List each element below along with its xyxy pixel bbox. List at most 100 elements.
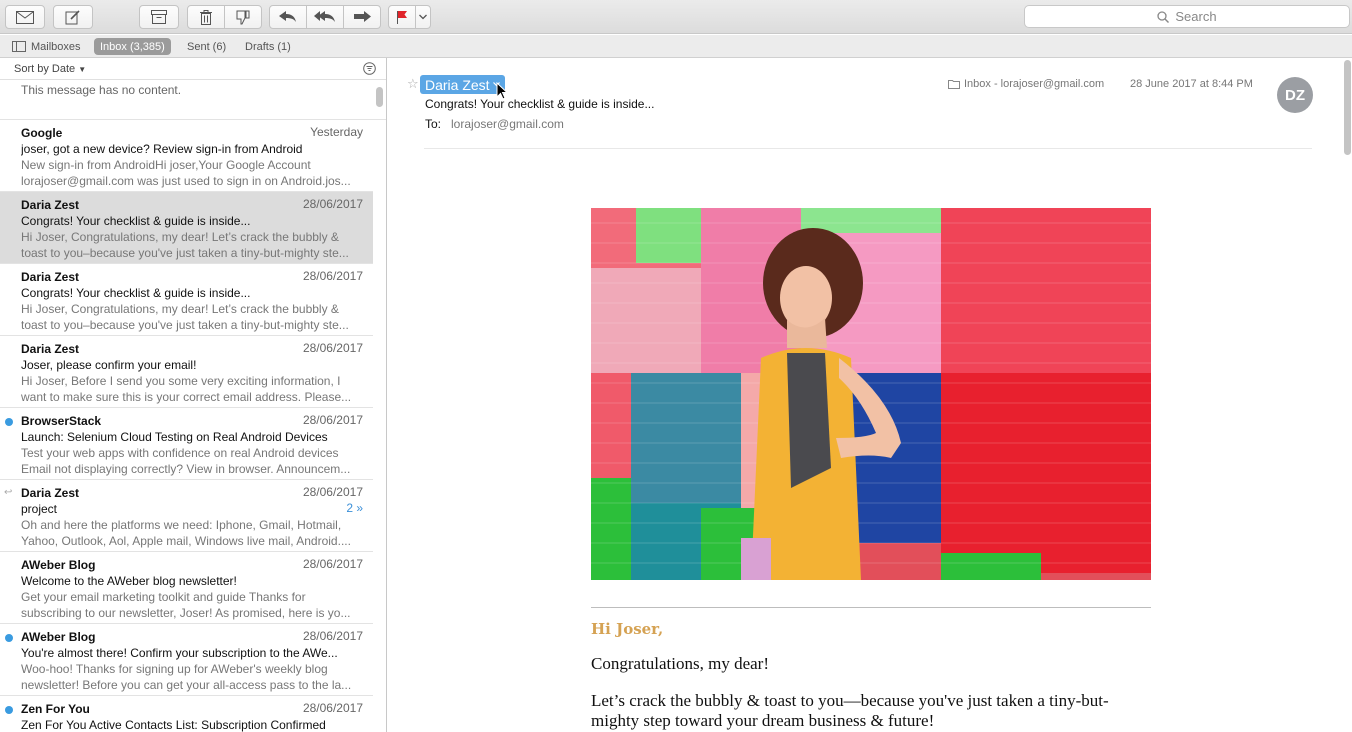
forward-button[interactable] [343, 5, 381, 29]
message-subject: Joser, please confirm your email! [21, 358, 197, 372]
sort-label: Sort by Date [14, 62, 76, 75]
mailbox-location: Inbox - lorajoser@gmail.com [948, 78, 1104, 90]
favorites-bar: Mailboxes Inbox (3,385) Sent (6) Drafts … [0, 35, 1352, 58]
message-date: 28/06/2017 [302, 485, 363, 499]
to-label: To: [425, 117, 442, 131]
message-date: 28/06/2017 [302, 197, 363, 211]
body-divider [591, 607, 1151, 608]
reading-pane: ☆ Daria Zest Congrats! Your checklist & … [388, 58, 1352, 732]
header-divider [424, 148, 1312, 149]
message-list: Sort by Date ▼ This message has no conte… [0, 58, 387, 732]
message-date: 28/06/2017 [302, 413, 363, 427]
unread-dot-icon [5, 706, 13, 714]
message-preview: Woo-hoo! Thanks for signing up for AWebe… [21, 662, 352, 692]
unread-dot-icon [5, 418, 13, 426]
message-row[interactable]: AWeber Blog 28/06/2017 Welcome to the AWeb… [0, 552, 373, 624]
reply-icon [279, 11, 296, 22]
envelope-icon [16, 10, 34, 24]
star-icon[interactable]: ☆ [407, 76, 419, 92]
message-subject: Welcome to the AWeber blog newsletter! [21, 574, 237, 588]
message-date: Yesterday [310, 125, 363, 139]
reply-button[interactable] [269, 5, 307, 29]
flag-menu-button[interactable] [415, 5, 431, 29]
message-subject: project [21, 502, 58, 516]
message-subject: Launch: Selenium Cloud Testing on Real A… [21, 430, 328, 444]
message-date: 28/06/2017 [302, 557, 363, 571]
message-preview: Hi Joser, Congratulations, my dear! Let’… [21, 230, 349, 260]
body-paragraph-1: Congratulations, my dear! [591, 654, 769, 673]
trash-button[interactable] [187, 5, 225, 29]
archive-button[interactable] [139, 5, 179, 29]
no-content-message[interactable]: This message has no content. [0, 80, 386, 120]
message-date: 28/06/2017 [302, 701, 363, 715]
message-row[interactable]: Daria Zest 28/06/2017 Joser, please confir… [0, 336, 373, 408]
message-row[interactable]: BrowserStack 28/06/2017 Launch: Selenium C… [0, 408, 373, 480]
unread-dot-icon [5, 634, 13, 642]
recipient-address[interactable]: lorajoser@gmail.com [451, 117, 564, 131]
message-date: 28/06/2017 [302, 269, 363, 283]
chevron-down-icon: ▼ [78, 64, 87, 74]
message-row[interactable]: Google Yesterday joser, got a new device? … [0, 120, 373, 192]
sender-button[interactable]: Daria Zest [420, 75, 505, 94]
message-row[interactable]: AWeber Blog 28/06/2017 You're almost there… [0, 624, 373, 696]
thread-count-badge[interactable]: 2 » [346, 501, 363, 515]
search-input[interactable]: Search [1024, 5, 1350, 28]
favorite-inbox[interactable]: Inbox (3,385) [94, 38, 171, 55]
mailboxes-label: Mailboxes [31, 40, 81, 53]
message-subject: Congrats! Your checklist & guide is insi… [425, 97, 655, 111]
search-icon [1157, 10, 1170, 23]
message-preview: Hi Joser, Before I send you some very ex… [21, 374, 352, 404]
reply-all-icon [314, 11, 335, 22]
junk-button[interactable] [224, 5, 262, 29]
filter-icon[interactable] [363, 62, 376, 75]
mailbox-label: Inbox - lorajoser@gmail.com [964, 78, 1105, 90]
sort-by-date-button[interactable]: Sort by Date ▼ [14, 63, 86, 75]
drafts-label: Drafts (1) [245, 40, 291, 53]
search-placeholder: Search [1175, 9, 1217, 24]
message-row[interactable]: ↩ Daria Zest 28/06/2017 project 2 » Oh and he… [0, 480, 373, 552]
list-scrollbar[interactable] [376, 87, 383, 107]
woman-brick-wall-photo [591, 208, 1151, 580]
favorite-sent[interactable]: Sent (6) [181, 38, 232, 55]
mailboxes-button[interactable]: Mailboxes [6, 38, 87, 55]
message-row[interactable]: Zen For You 28/06/2017 Zen For You Active … [0, 696, 373, 732]
hero-image [591, 208, 1151, 580]
get-mail-button[interactable] [5, 5, 45, 29]
reply-all-button[interactable] [306, 5, 344, 29]
sender-name: Daria Zest [425, 76, 490, 93]
favorite-drafts[interactable]: Drafts (1) [239, 38, 297, 55]
reader-scrollbar[interactable] [1344, 60, 1351, 155]
message-preview: Test your web apps with confidence on re… [21, 446, 351, 476]
trash-icon [200, 9, 212, 25]
message-subject: Congrats! Your checklist & guide is insi… [21, 214, 251, 228]
message-rows: Google Yesterday joser, got a new device? … [0, 120, 386, 732]
message-subject: You're almost there! Confirm your subscr… [21, 646, 338, 660]
avatar: DZ [1277, 77, 1313, 113]
flag-icon [397, 11, 407, 24]
message-subject: Zen For You Active Contacts List: Subscr… [21, 718, 326, 732]
message-preview: Get your email marketing toolkit and gui… [21, 590, 351, 620]
message-date: 28/06/2017 [302, 341, 363, 355]
compose-button[interactable] [53, 5, 93, 29]
sidebar-icon [12, 41, 26, 52]
message-row[interactable]: Daria Zest 28/06/2017 Congrats! Your check… [0, 192, 373, 264]
flag-button[interactable] [388, 5, 416, 29]
forward-icon [354, 11, 371, 22]
message-subject: Congrats! Your checklist & guide is insi… [21, 286, 251, 300]
inbox-label: Inbox (3,385) [100, 40, 165, 53]
message-row[interactable]: Daria Zest 28/06/2017 Congrats! Your check… [0, 264, 373, 336]
toolbar: Search [0, 0, 1352, 34]
folder-icon [948, 80, 960, 89]
greeting: Hi Joser, [591, 620, 664, 638]
thumbs-down-icon [236, 10, 250, 24]
sent-label: Sent (6) [187, 40, 227, 53]
compose-icon [65, 9, 80, 24]
body-paragraph-2: Let’s crack the bubbly & toast to you—be… [591, 691, 1109, 730]
archive-icon [151, 10, 167, 24]
message-date: 28/06/2017 [302, 629, 363, 643]
recipient-line: To: lorajoser@gmail.com [425, 117, 564, 131]
message-preview: New sign-in from AndroidHi joser,Your Go… [21, 158, 351, 188]
message-preview: Oh and here the platforms we need: Iphon… [21, 518, 351, 548]
message-subject: joser, got a new device? Review sign-in … [21, 142, 303, 156]
sort-bar: Sort by Date ▼ [0, 58, 386, 80]
